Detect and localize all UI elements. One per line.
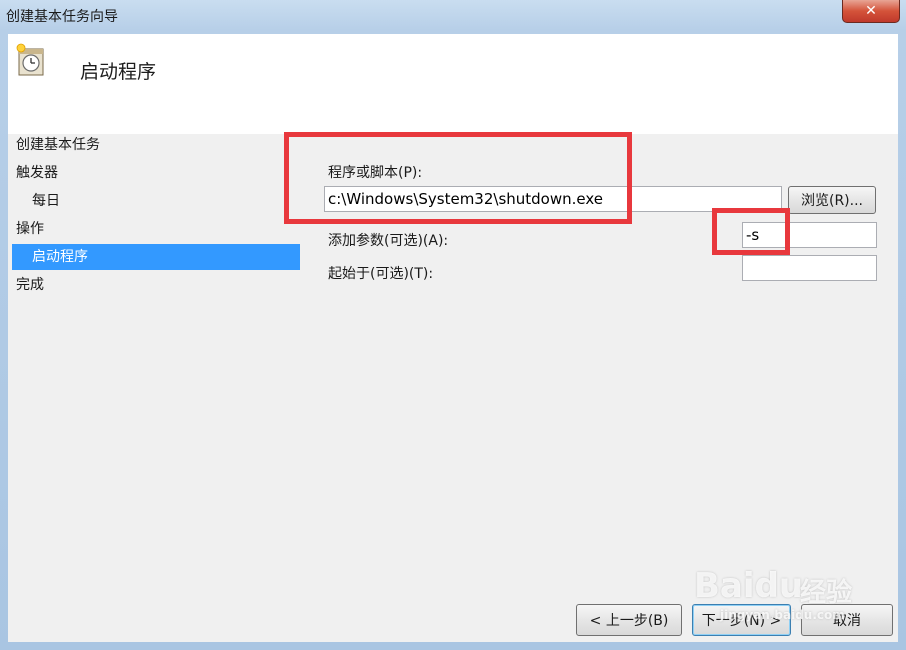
nav-item-finish[interactable]: 完成 [16,272,44,298]
page-title: 启动程序 [80,61,157,83]
nav-item-create-task[interactable]: 创建基本任务 [16,132,100,158]
args-label: 添加参数(可选)(A): [328,233,449,249]
nav-item-start-program[interactable]: 启动程序 [12,244,300,270]
wizard-header: 启动程序 [8,34,898,134]
browse-button[interactable]: 浏览(R)... [788,186,876,214]
wizard-window: 创建基本任务向导 ✕ 启动程序 创建基本任务 触发器 每日 操作 启动程序 完成 [0,0,906,650]
watermark-product: 经验 [800,578,853,608]
watermark-brand: Baidu [694,566,804,606]
window-title: 创建基本任务向导 [6,9,118,25]
start-in-field[interactable] [742,255,877,281]
nav-item-action[interactable]: 操作 [16,216,44,242]
back-button[interactable]: < 上一步(B) [576,604,682,636]
nav-item-trigger[interactable]: 触发器 [16,160,58,186]
close-icon: ✕ [865,3,877,19]
start-in-label: 起始于(可选)(T): [328,266,434,282]
nav-item-daily[interactable]: 每日 [32,188,60,214]
task-clock-icon [16,43,44,76]
title-bar[interactable]: 创建基本任务向导 ✕ [0,0,906,34]
highlight-args-field [712,208,790,255]
watermark-url: jingyan.baidu.com [720,608,845,622]
close-button[interactable]: ✕ [842,0,900,23]
wizard-client-area: 启动程序 创建基本任务 触发器 每日 操作 启动程序 完成 程序或脚本(P): … [8,34,898,642]
highlight-program-field [284,132,632,224]
